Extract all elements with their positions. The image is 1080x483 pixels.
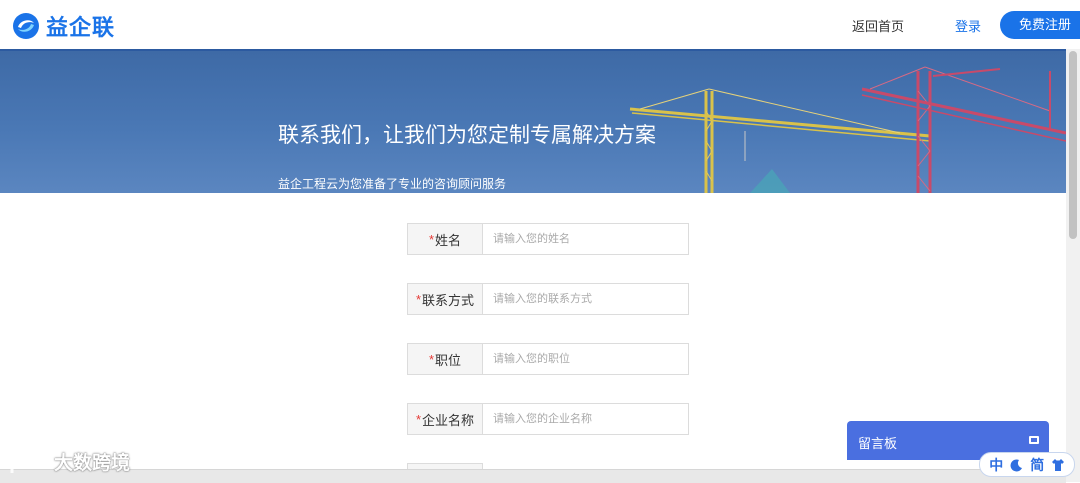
position-field: * 职位 (407, 343, 689, 375)
contact-input[interactable] (483, 284, 688, 314)
top-header: 益企联 返回首页 登录 免费注册 (0, 0, 1080, 51)
name-field: * 姓名 (407, 223, 689, 255)
company-field-label: * 企业名称 (408, 404, 483, 434)
company-field: * 企业名称 (407, 403, 689, 435)
name-input[interactable] (483, 224, 688, 254)
position-input[interactable] (483, 344, 688, 374)
name-field-label: * 姓名 (408, 224, 483, 254)
message-board-title: 留言板 (858, 436, 898, 451)
banner-title: 联系我们，让我们为您定制专属解决方案 (278, 124, 656, 147)
nav-login-link[interactable]: 登录 (955, 16, 981, 35)
contact-field-label: * 联系方式 (408, 284, 483, 314)
maximize-icon[interactable] (1029, 436, 1039, 444)
required-mark: * (428, 351, 435, 367)
logo-icon (13, 13, 39, 39)
bottom-horizontal-bar (0, 469, 1066, 483)
watermark-text: 大数跨境 (54, 453, 131, 474)
banner-subtitle: 益企工程云为您准备了专业的咨询顾问服务 (278, 177, 507, 191)
position-field-label: * 职位 (408, 344, 483, 374)
required-mark: * (415, 291, 422, 307)
logo-text: 益企联 (46, 15, 116, 40)
scrollbar-thumb[interactable] (1069, 51, 1077, 239)
watermark: 大数跨境 (8, 448, 130, 475)
shirt-icon[interactable] (1051, 458, 1065, 472)
page-scrollbar[interactable] (1066, 49, 1080, 482)
moon-icon[interactable] (1010, 458, 1024, 472)
ime-mode-toggle[interactable]: 中 (989, 455, 1003, 475)
input-method-toolbar: 中 简 (979, 452, 1075, 477)
required-mark: * (415, 411, 422, 427)
nav-back-home-link[interactable]: 返回首页 (852, 16, 904, 35)
ime-script-toggle[interactable]: 简 (1030, 455, 1044, 475)
logo[interactable]: 益企联 (12, 10, 115, 42)
watermark-logo-icon (10, 453, 48, 473)
contact-field: * 联系方式 (407, 283, 689, 315)
hero-banner: 联系我们，让我们为您定制专属解决方案 益企工程云为您准备了专业的咨询顾问服务 (0, 51, 1066, 193)
required-mark: * (428, 231, 435, 247)
register-button[interactable]: 免费注册 (1000, 11, 1080, 39)
company-input[interactable] (483, 404, 688, 434)
